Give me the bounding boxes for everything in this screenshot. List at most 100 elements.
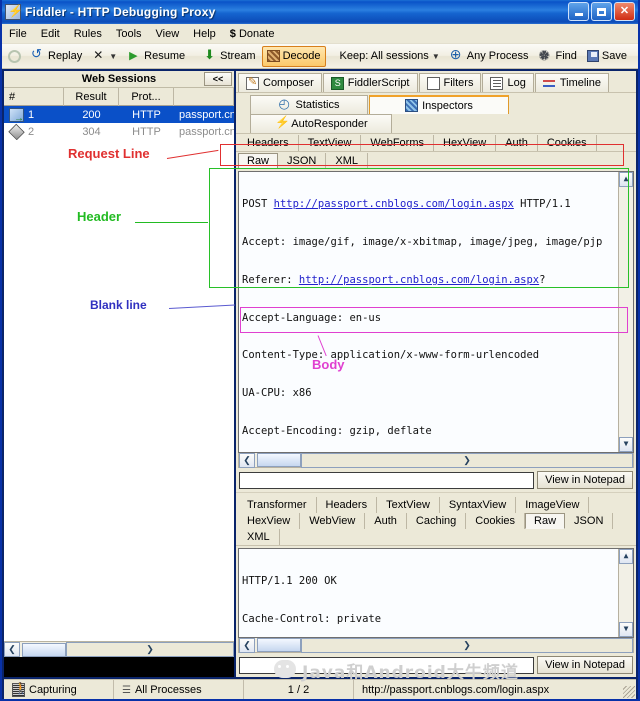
cache-icon — [8, 123, 25, 140]
response-tab-xml[interactable]: XML — [238, 529, 280, 545]
request-tab-webforms[interactable]: WebForms — [361, 135, 434, 151]
remove-button[interactable]: ▼ — [88, 46, 121, 67]
scroll-right-arrow-icon[interactable]: ❯ — [301, 452, 633, 468]
response-tab-textview[interactable]: TextView — [377, 497, 440, 513]
replay-label: Replay — [48, 50, 83, 62]
response-tab-transformer[interactable]: Transformer — [238, 497, 317, 513]
response-tab-hexview[interactable]: HexView — [238, 513, 301, 529]
tab-fiddlerscript[interactable]: FiddlerScript — [322, 73, 418, 92]
decode-button[interactable]: Decode — [261, 45, 326, 67]
column-header-host[interactable] — [174, 87, 234, 106]
scroll-left-arrow-icon[interactable]: ❮ — [239, 637, 255, 653]
tab-statistics[interactable]: Statistics — [250, 95, 368, 114]
request-format-xml[interactable]: XML — [326, 153, 368, 169]
scroll-up-arrow-icon[interactable]: ▲ — [619, 172, 633, 187]
scrollbar-thumb[interactable] — [22, 642, 66, 657]
request-tab-auth[interactable]: Auth — [496, 135, 538, 151]
request-view-in-notepad-button[interactable]: View in Notepad — [537, 471, 633, 489]
response-tab-auth[interactable]: Auth — [365, 513, 407, 529]
scrollbar-thumb[interactable] — [257, 638, 301, 652]
close-button[interactable]: ✕ — [614, 2, 635, 21]
session-number-cell: 1 — [4, 106, 64, 123]
response-horizontal-scrollbar[interactable]: ❮ ❯ — [238, 637, 634, 653]
scroll-up-arrow-icon[interactable]: ▲ — [619, 549, 633, 564]
response-tab-cookies[interactable]: Cookies — [466, 513, 526, 529]
request-format-raw[interactable]: Raw — [238, 153, 279, 169]
referer-url-link[interactable]: http://passport.cnblogs.com/login.aspx — [299, 274, 539, 286]
fiddler-window: Fiddler - HTTP Debugging Proxy ✕ File Ed… — [0, 0, 640, 701]
stream-button[interactable]: Stream — [199, 46, 259, 67]
response-tab-json[interactable]: JSON — [565, 513, 614, 529]
save-button[interactable]: Save — [583, 46, 631, 67]
request-raw-textarea[interactable]: POST http://passport.cnblogs.com/login.a… — [238, 171, 634, 453]
sessions-horizontal-scrollbar[interactable]: ❮ ❯ — [4, 641, 234, 657]
response-tab-raw[interactable]: Raw — [525, 513, 566, 529]
response-tab-headers[interactable]: Headers — [316, 497, 378, 513]
scrollbar-thumb[interactable] — [257, 453, 301, 467]
scroll-down-arrow-icon[interactable]: ▼ — [619, 622, 633, 637]
menu-file[interactable]: File — [9, 28, 27, 40]
request-tab-textview[interactable]: TextView — [298, 135, 362, 151]
table-row[interactable]: 2 304 HTTP passport.cn — [4, 123, 234, 140]
request-horizontal-scrollbar[interactable]: ❮ ❯ — [238, 452, 634, 468]
request-tab-cookies[interactable]: Cookies — [537, 135, 597, 151]
menu-view[interactable]: View — [156, 28, 180, 40]
column-header-result[interactable]: Result — [64, 87, 119, 106]
response-tab-syntaxview[interactable]: SyntaxView — [439, 497, 517, 513]
request-format-json[interactable]: JSON — [278, 153, 327, 169]
wechat-icon — [274, 660, 296, 678]
request-url-link[interactable]: http://passport.cnblogs.com/login.aspx — [274, 198, 514, 210]
request-tab-headers[interactable]: Headers — [238, 135, 299, 151]
resize-grip-icon[interactable] — [623, 686, 635, 698]
tab-composer[interactable]: Composer — [238, 73, 322, 92]
stream-arrow-icon — [203, 47, 217, 63]
scroll-left-arrow-icon[interactable]: ❮ — [239, 452, 255, 468]
response-tab-webview[interactable]: WebView — [300, 513, 366, 529]
status-processes-label: All Processes — [134, 683, 202, 696]
maximize-button[interactable] — [591, 2, 612, 21]
tab-log[interactable]: Log — [482, 73, 534, 92]
response-raw-textarea[interactable]: HTTP/1.1 200 OK Cache-Control: private C… — [238, 548, 634, 638]
response-tab-caching[interactable]: Caching — [406, 513, 467, 529]
tab-filters[interactable]: Filters — [418, 73, 482, 92]
tab-autoresponder[interactable]: AutoResponder — [250, 114, 392, 133]
resume-button[interactable]: Resume — [123, 46, 189, 67]
menu-rules[interactable]: Rules — [74, 28, 102, 40]
header-line: Accept-Encoding: gzip, deflate — [242, 424, 432, 437]
column-header-number[interactable]: # — [4, 87, 64, 106]
table-row[interactable]: 1 200 HTTP passport.cn — [4, 106, 234, 123]
window-title: Fiddler - HTTP Debugging Proxy — [25, 5, 216, 19]
scroll-left-arrow-icon[interactable]: ❮ — [4, 642, 20, 657]
status-processes[interactable]: All Processes — [114, 679, 244, 699]
response-vertical-scrollbar[interactable]: ▲ ▼ — [618, 549, 633, 637]
scroll-right-arrow-icon[interactable]: ❯ — [301, 637, 633, 653]
response-tab-imageview[interactable]: ImageView — [516, 497, 590, 513]
minimize-button[interactable] — [568, 2, 589, 21]
request-tab-hexview[interactable]: HexView — [434, 135, 497, 151]
status-capturing-label: Capturing — [29, 683, 77, 696]
request-vertical-scrollbar[interactable]: ▲ ▼ — [618, 172, 633, 452]
menu-edit[interactable]: Edit — [41, 28, 60, 40]
session-host: passport.cn — [179, 125, 234, 138]
replay-button[interactable]: Replay — [27, 46, 86, 67]
response-view-in-notepad-button[interactable]: View in Notepad — [537, 656, 633, 674]
menu-help[interactable]: Help — [193, 28, 216, 40]
scroll-down-arrow-icon[interactable]: ▼ — [619, 437, 633, 452]
inspector-top-tabs: Composer FiddlerScript Filters Log Timel… — [236, 71, 636, 93]
menu-donate[interactable]: $ Donate — [230, 28, 275, 40]
find-button[interactable]: Find — [534, 46, 580, 68]
tab-timeline[interactable]: Timeline — [534, 73, 609, 92]
request-find-input[interactable] — [239, 471, 535, 489]
keep-sessions-dropdown[interactable]: Keep: All sessions ▼ — [336, 46, 444, 67]
any-process-button[interactable]: Any Process — [446, 46, 533, 67]
menu-donate-label: Donate — [238, 27, 275, 40]
collapse-panel-button[interactable]: << — [204, 72, 232, 86]
chevron-down-icon: ▼ — [109, 51, 118, 61]
menu-tools[interactable]: Tools — [116, 28, 142, 40]
session-host: passport.cn — [179, 108, 234, 121]
comment-button[interactable] — [4, 46, 25, 67]
status-capturing[interactable]: Capturing — [4, 679, 114, 699]
column-header-protocol[interactable]: Prot... — [119, 87, 174, 106]
scroll-right-arrow-icon[interactable]: ❯ — [66, 642, 234, 657]
tab-inspectors[interactable]: Inspectors — [369, 95, 509, 114]
